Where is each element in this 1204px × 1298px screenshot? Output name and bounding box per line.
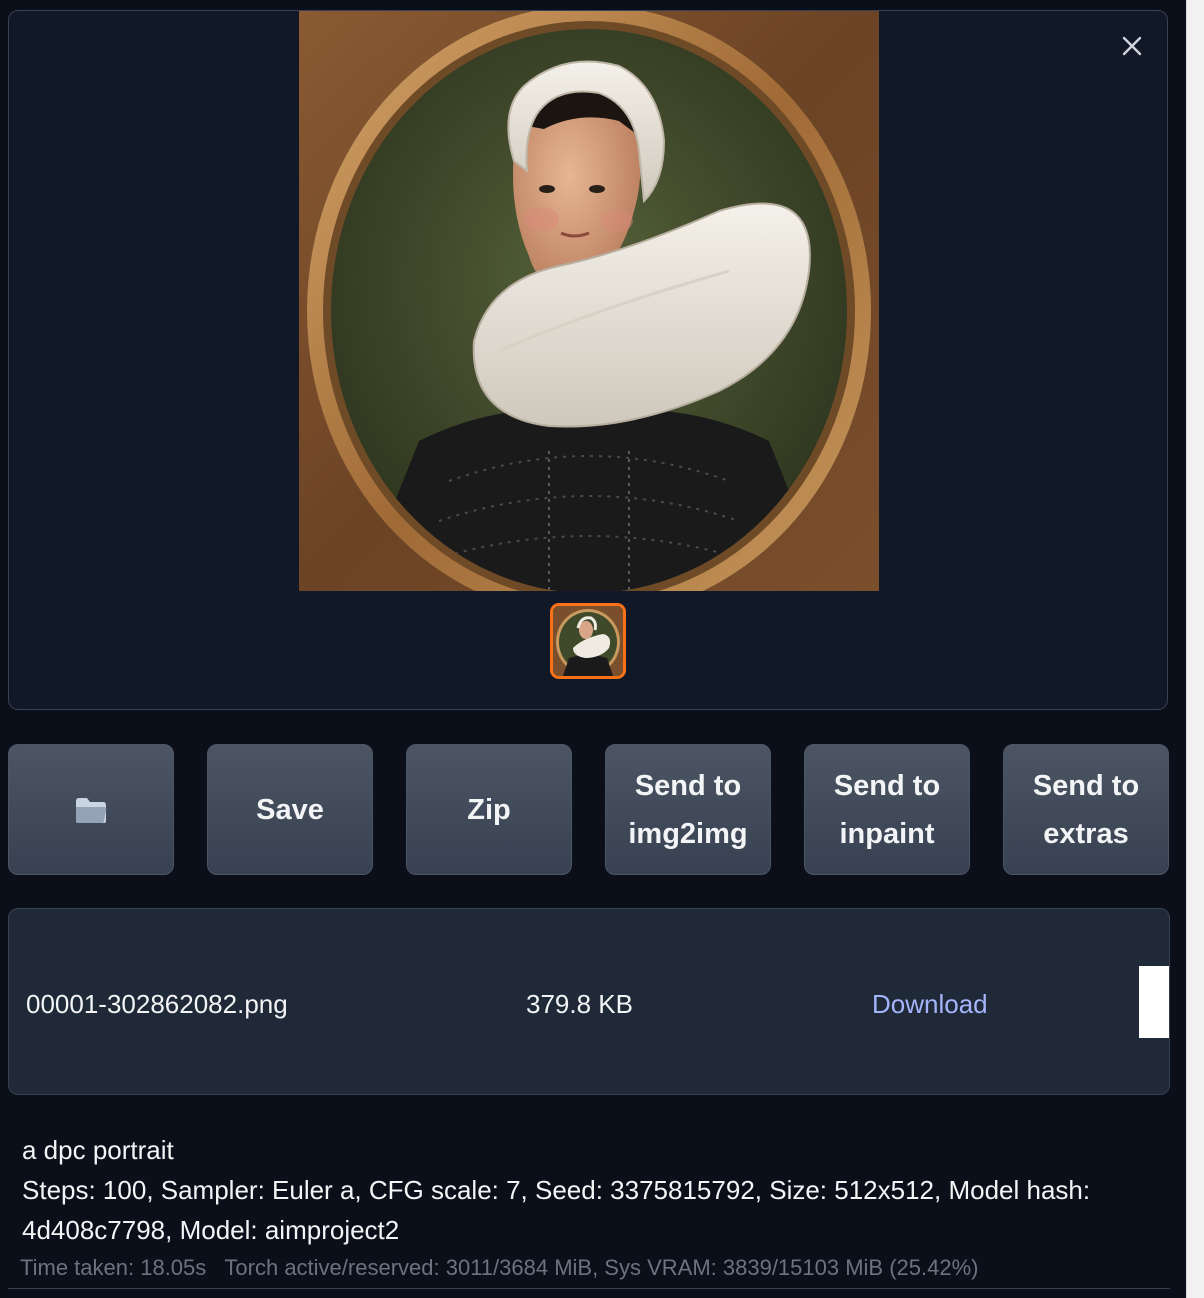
send-to-extras-button[interactable]: Send to extras bbox=[1003, 744, 1169, 875]
time-taken: Time taken: 18.05s bbox=[20, 1255, 207, 1280]
generation-info: a dpc portrait Steps: 100, Sampler: Eule… bbox=[22, 1130, 1172, 1250]
zip-button[interactable]: Zip bbox=[406, 744, 572, 875]
generated-image[interactable] bbox=[299, 11, 879, 591]
send-to-img2img-button[interactable]: Send to img2img bbox=[605, 744, 771, 875]
performance-info: Time taken: 18.05s Torch active/reserved… bbox=[20, 1253, 979, 1283]
send-to-extras-label-line1: Send to bbox=[1032, 769, 1140, 802]
file-size: 379.8 KB bbox=[526, 989, 633, 1019]
send-to-img2img-label-line2: img2img bbox=[628, 817, 748, 850]
file-download-panel: 00001-302862082.png 379.8 KB Download bbox=[8, 908, 1170, 1095]
send-to-extras-label-line2: extras bbox=[1043, 817, 1129, 850]
gallery-thumbnail-selected[interactable] bbox=[550, 603, 626, 679]
send-to-inpaint-label-line2: inpaint bbox=[839, 817, 935, 850]
prompt-text: a dpc portrait bbox=[22, 1135, 174, 1165]
page-scrollbar[interactable] bbox=[1186, 0, 1204, 1298]
close-icon bbox=[1122, 36, 1142, 56]
folder-icon bbox=[76, 797, 107, 823]
send-to-inpaint-button[interactable]: Send to inpaint bbox=[804, 744, 970, 875]
open-folder-button[interactable] bbox=[8, 744, 174, 875]
zip-button-label: Zip bbox=[467, 793, 511, 826]
file-panel-scrollbar[interactable] bbox=[1139, 966, 1169, 1038]
send-to-inpaint-label-line1: Send to bbox=[833, 769, 941, 802]
save-button[interactable]: Save bbox=[207, 744, 373, 875]
divider bbox=[8, 1288, 1170, 1289]
image-gallery bbox=[8, 10, 1168, 710]
download-link[interactable]: Download bbox=[872, 987, 988, 1021]
save-button-label: Save bbox=[256, 793, 324, 826]
memory-usage: Torch active/reserved: 3011/3684 MiB, Sy… bbox=[224, 1255, 979, 1280]
close-gallery-button[interactable] bbox=[1119, 33, 1145, 59]
generation-parameters: Steps: 100, Sampler: Euler a, CFG scale:… bbox=[22, 1175, 1091, 1245]
file-name: 00001-302862082.png bbox=[26, 989, 288, 1019]
send-to-img2img-label-line1: Send to bbox=[634, 769, 742, 802]
